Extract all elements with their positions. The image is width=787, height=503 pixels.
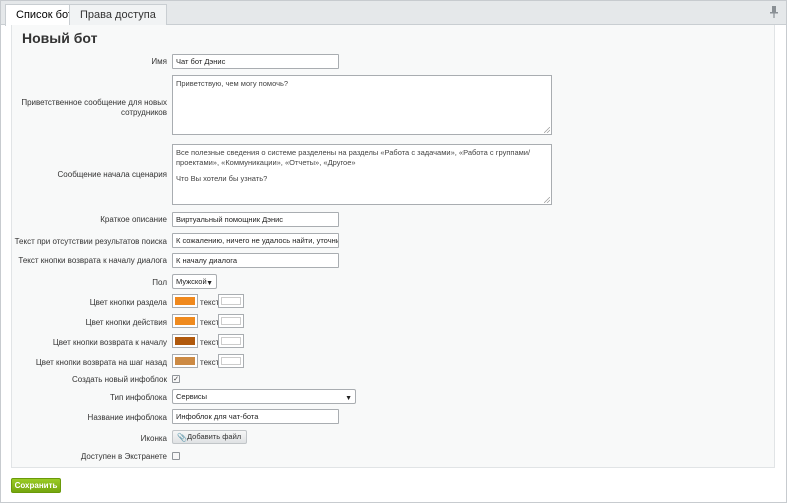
section-button-text-color-picker[interactable] xyxy=(218,294,244,308)
section-button-text-color-fill xyxy=(221,297,241,305)
back-start-color-fill xyxy=(175,337,195,345)
chevron-down-icon: ▼ xyxy=(345,395,352,402)
action-button-color-fill xyxy=(175,317,195,325)
tab-bar: Список ботов Права доступа xyxy=(1,1,786,26)
back-step-text-color-fill xyxy=(221,357,241,365)
scenario-start-line1: Все полезные сведения о системе разделен… xyxy=(176,148,531,167)
back-button-text-label: Текст кнопки возврата к началу диалога xyxy=(18,256,167,265)
short-desc-input[interactable]: Виртуальный помощник Дэнис xyxy=(172,212,339,227)
action-button-text-color-fill xyxy=(221,317,241,325)
iblock-type-label: Тип инфоблока xyxy=(109,393,167,402)
pin-icon[interactable] xyxy=(770,6,778,18)
extranet-checkbox[interactable] xyxy=(172,452,180,460)
extranet-label: Доступен в Экстранете xyxy=(80,452,167,461)
action-button-text-color-picker[interactable] xyxy=(218,314,244,328)
tab-access-rights[interactable]: Права доступа xyxy=(69,4,167,25)
back-step-color-fill xyxy=(175,357,195,365)
section-button-color-label: Цвет кнопки раздела xyxy=(89,298,167,307)
back-button-text-input[interactable]: К началу диалога xyxy=(172,253,339,268)
iblock-name-input[interactable]: Инфоблок для чат-бота xyxy=(172,409,339,424)
gender-select-value: Мужской xyxy=(176,277,207,286)
back-step-text-label: текст xyxy=(200,358,220,367)
name-input[interactable]: Чат бот Дэнис xyxy=(172,54,339,69)
chevron-down-icon: ▼ xyxy=(206,280,213,287)
back-start-color-label: Цвет кнопки возврата к началу xyxy=(52,338,167,347)
gender-label: Пол xyxy=(152,278,167,287)
greeting-label: Приветственное сообщение для новых сотру… xyxy=(21,98,167,117)
short-desc-label: Краткое описание xyxy=(100,215,167,224)
back-start-text-label: текст xyxy=(200,338,220,347)
icon-label: Иконка xyxy=(140,434,167,443)
action-button-color-picker[interactable] xyxy=(172,314,198,328)
action-button-color-label: Цвет кнопки действия xyxy=(85,318,167,327)
greeting-text: Приветствую, чем могу помочь? xyxy=(176,79,289,88)
save-button[interactable]: Сохранить xyxy=(11,478,61,493)
back-start-color-picker[interactable] xyxy=(172,334,198,348)
back-step-text-color-picker[interactable] xyxy=(218,354,244,368)
scenario-start-line2: Что Вы хотели бы узнать? xyxy=(176,174,268,183)
action-button-text-label: текст xyxy=(200,318,220,327)
paperclip-icon: 📎 xyxy=(177,433,187,442)
gender-select[interactable]: Мужской ▼ xyxy=(172,274,217,289)
scenario-start-label: Сообщение начала сценария xyxy=(57,170,167,179)
back-start-text-color-picker[interactable] xyxy=(218,334,244,348)
section-button-color-fill xyxy=(175,297,195,305)
iblock-name-label: Название инфоблока xyxy=(87,413,167,422)
name-label: Имя xyxy=(151,57,167,66)
create-iblock-checkbox[interactable]: ✓ xyxy=(172,375,180,383)
create-iblock-label: Создать новый инфоблок xyxy=(71,375,167,384)
no-results-input[interactable]: К сожалению, ничего не удалось найти, ут… xyxy=(172,233,339,248)
resize-handle-icon[interactable] xyxy=(544,197,550,203)
back-step-color-picker[interactable] xyxy=(172,354,198,368)
section-button-color-picker[interactable] xyxy=(172,294,198,308)
add-file-button-label: Добавить файл xyxy=(187,432,242,441)
no-results-label: Текст при отсутствии результатов поиска xyxy=(14,237,167,246)
resize-handle-icon[interactable] xyxy=(544,127,550,133)
add-file-button[interactable]: 📎 Добавить файл xyxy=(172,430,247,444)
back-step-color-label: Цвет кнопки возврата на шаг назад xyxy=(35,358,167,367)
greeting-textarea[interactable]: Приветствую, чем могу помочь? xyxy=(172,75,552,135)
iblock-type-select[interactable]: Сервисы ▼ xyxy=(172,389,356,404)
scenario-start-textarea[interactable]: Все полезные сведения о системе разделен… xyxy=(172,144,552,205)
back-start-text-color-fill xyxy=(221,337,241,345)
iblock-type-select-value: Сервисы xyxy=(176,392,208,401)
section-button-text-label: текст xyxy=(200,298,220,307)
page-title: Новый бот xyxy=(22,30,98,46)
